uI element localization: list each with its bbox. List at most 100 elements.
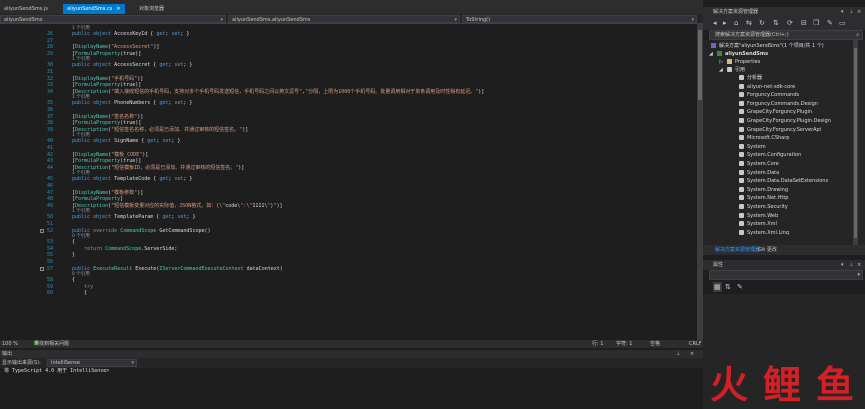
code-line: [FormulaProperty]	[72, 196, 124, 203]
scrollbar-thumb[interactable]	[698, 30, 702, 100]
tree-reference-item[interactable]: System.Drawing	[739, 186, 788, 194]
line-number: 36	[46, 107, 53, 113]
line-number: 47	[46, 189, 53, 196]
line-number: 26	[46, 31, 53, 37]
wrench-icon[interactable]: ✎	[737, 282, 743, 292]
line-number: 39	[46, 126, 53, 133]
line-number: 55	[46, 252, 53, 259]
chevron-down-icon: ▾	[691, 17, 694, 23]
code-editor[interactable]: 26 27 28 29 30 31 32 33 34 35 36 37 38 39 40 41 42 43 44 45…	[0, 24, 697, 340]
switch-view-icon[interactable]: ⇆	[746, 19, 752, 28]
tree-references-node[interactable]: 引用	[727, 66, 745, 74]
line-number: 43	[46, 158, 53, 165]
collapse-icon[interactable]: −	[40, 228, 44, 233]
line-number: 56	[46, 259, 53, 265]
tree-project-node[interactable]: aliyunSendSms	[717, 50, 768, 58]
code-line: [Description("填入接收短信的手机号码，支持对多个手机号码发送短信，…	[72, 88, 485, 95]
collapse-all-icon[interactable]: ⊟	[801, 19, 807, 28]
pin-icon[interactable]: ⊥	[849, 7, 853, 17]
line-ending[interactable]: CRLF	[689, 340, 702, 348]
code-line: [FormulaProperty(true)]	[72, 158, 142, 165]
whitespace-mode[interactable]: 空格	[650, 340, 660, 348]
tree-reference-item[interactable]: Forguncy.Commands	[739, 91, 799, 99]
categorized-icon[interactable]: ▦	[713, 282, 722, 292]
back-icon[interactable]: ◂	[713, 19, 717, 28]
line-number: 27	[46, 37, 53, 44]
tree-reference-item[interactable]: Forguncy.Commands.Design	[739, 100, 818, 108]
tree-reference-item[interactable]: GrapeCity.Forguncy.Plugin	[739, 108, 812, 116]
properties-icon[interactable]: ✎	[827, 19, 833, 28]
dropdown-icon[interactable]: ▾	[841, 7, 844, 17]
expander-icon[interactable]: ◢	[709, 50, 713, 58]
tree-solution-node[interactable]: 解决方案"aliyunSendSms"(1 个项目/共 1 个)	[711, 42, 824, 50]
output-title: 输出	[2, 351, 13, 357]
pin-icon[interactable]: ⊥	[676, 350, 680, 358]
code-line: {	[72, 290, 88, 297]
expander-icon[interactable]: ▷	[719, 58, 723, 66]
zoom-level[interactable]: 100 %	[2, 340, 18, 348]
properties-header: 属性 ▾ ⊥ ×	[703, 260, 865, 270]
code-line: public object AccessSecret { get; set; }	[72, 62, 193, 69]
assembly-reference-icon	[739, 152, 744, 158]
tree-reference-item[interactable]: System.Data.DataSetExtensions	[739, 177, 828, 185]
properties-object-selector[interactable]: ▾	[709, 270, 863, 280]
close-icon[interactable]: ×	[857, 7, 861, 17]
tree-reference-item[interactable]: 分析器	[739, 74, 762, 82]
assembly-reference-icon	[739, 143, 744, 149]
sync-icon[interactable]: ⇅	[773, 19, 779, 28]
member-dropdown[interactable]: ToString() ▾	[462, 15, 697, 23]
tree-reference-item[interactable]: System.Xml	[739, 220, 777, 228]
forward-icon[interactable]: ▸	[723, 19, 727, 28]
home-icon[interactable]: ⌂	[734, 19, 738, 28]
tree-reference-item[interactable]: System.Data	[739, 169, 779, 177]
show-all-files-icon[interactable]: ❐	[813, 19, 819, 28]
solution-explorer-search[interactable]: 搜索解决方案资源管理器(Ctrl+;) ⌕	[709, 30, 863, 40]
solution-explorer-scrollbar[interactable]	[853, 40, 858, 245]
tab-git-changes[interactable]: Git 更改	[758, 245, 777, 255]
code-line: [DisplayName("模板_CODE")]	[72, 151, 149, 158]
document-tab-bar: aliyunSendSms.js aliyunSendSms.cs ✕ 对象浏览器	[0, 0, 703, 14]
output-source-dropdown[interactable]: IntelliSense ▾	[47, 359, 137, 367]
tree-reference-item[interactable]: System.Web	[739, 212, 778, 220]
tree-reference-item[interactable]: System.Security	[739, 203, 788, 211]
line-number: 52	[46, 227, 53, 234]
dropdown-icon[interactable]: ▾	[841, 260, 844, 270]
line-number: 32	[46, 75, 53, 82]
preview-icon[interactable]: ▭	[839, 19, 846, 28]
close-icon[interactable]: ×	[690, 350, 694, 358]
code-line: public ExecuteResult Execute(IServerComm…	[72, 265, 283, 272]
tree-reference-item[interactable]: aliyun-net-sdk-core	[739, 83, 795, 91]
code-line: [FormulaProperty(true)]	[72, 82, 142, 89]
close-icon[interactable]: ✕	[116, 6, 120, 12]
line-number: 34	[46, 88, 53, 95]
tree-reference-item[interactable]: GrapeCity.Forguncy.Plugin.Design	[739, 117, 831, 125]
output-text[interactable]: 将 TypeScript 4.0 用于 IntelliSense>	[0, 368, 703, 409]
scrollbar-thumb[interactable]	[854, 48, 857, 238]
refresh-icon[interactable]: ⟳	[787, 19, 793, 28]
tree-reference-item[interactable]: System.Configuration	[739, 151, 801, 159]
tab-object-browser[interactable]: 对象浏览器	[135, 4, 168, 14]
pending-changes-icon[interactable]: ↻	[759, 19, 765, 28]
tab-aliyunsendsms-js[interactable]: aliyunSendSms.js	[0, 4, 52, 14]
tab-aliyunsendsms-cs[interactable]: aliyunSendSms.cs ✕	[63, 4, 125, 14]
project-dropdown[interactable]: aliyunSendSms ▾	[0, 15, 226, 23]
tree-reference-item[interactable]: System.Net.Http	[739, 194, 788, 202]
tab-solution-explorer[interactable]: 解决方案资源管理器	[715, 245, 760, 255]
tree-properties-node[interactable]: Properties	[727, 58, 760, 66]
collapse-icon[interactable]: −	[40, 266, 44, 271]
expander-icon[interactable]: ◢	[719, 66, 723, 74]
close-icon[interactable]: ×	[857, 260, 861, 270]
tree-reference-item[interactable]: System.Core	[739, 160, 779, 168]
tree-reference-item[interactable]: Microsoft.CSharp	[739, 134, 789, 142]
tab-label: aliyunSendSms.cs	[67, 6, 113, 12]
code-line: [DisplayName("签名名称")]	[72, 113, 144, 120]
assembly-reference-icon	[739, 186, 744, 192]
tree-reference-item[interactable]: System.Xml.Linq	[739, 229, 789, 237]
code-line: public object SignName { get; set; }	[72, 138, 181, 145]
class-dropdown[interactable]: aliyunSendSms.aliyunSendSms ▾	[228, 15, 460, 23]
code-line: [Description("短信模板ID，必须是已添加、并通过审核的短信签名。"…	[72, 164, 245, 171]
tree-reference-item[interactable]: GrapeCity.Forguncy.ServerApi	[739, 126, 821, 134]
alphabetical-icon[interactable]: ⇅	[725, 282, 731, 292]
pin-icon[interactable]: ⊥	[849, 260, 853, 270]
tree-reference-item[interactable]: System	[739, 143, 766, 151]
